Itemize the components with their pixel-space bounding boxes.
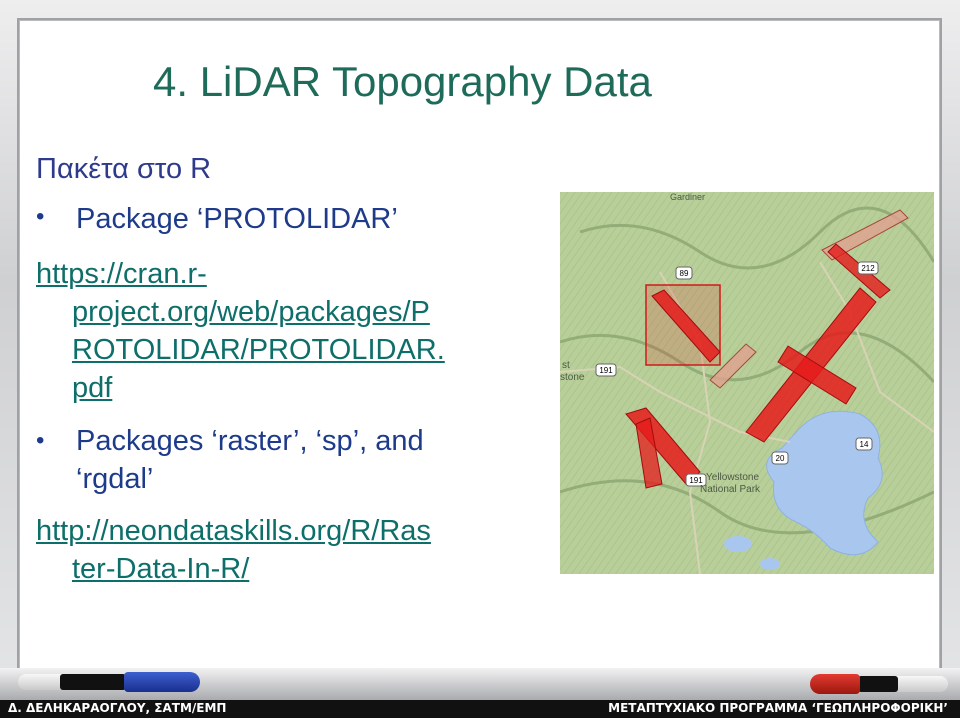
route-shield-icon: 14 (855, 437, 873, 451)
link-line: project.org/web/packages/P (72, 296, 430, 328)
svg-text:191: 191 (599, 366, 613, 375)
bullet-item: • Packages ‘raster’, ‘sp’, and ‘rgdal’ (36, 422, 424, 498)
route-shield-icon: 89 (675, 266, 693, 280)
bullet-text: Package ‘PROTOLIDAR’ (76, 203, 398, 235)
map-label-park: Yellowstone (706, 472, 759, 483)
link-line: http://neondataskills.org/R/Ras (36, 515, 431, 547)
red-marker-grip-icon (858, 676, 898, 692)
svg-text:14: 14 (860, 440, 869, 449)
slide-title: 4. LiDAR Topography Data (153, 58, 652, 105)
section-heading: Πακέτα στο R (36, 153, 212, 185)
link-line: ROTOLIDAR/PROTOLIDAR. (72, 334, 445, 366)
svg-text:20: 20 (776, 454, 785, 463)
map-label-park-2: National Park (700, 484, 761, 495)
map-label-town: Gardiner (670, 192, 705, 202)
map-label-partial: st (562, 360, 570, 371)
link-line: https://cran.r- (36, 258, 207, 290)
link-line: ter-Data-In-R/ (72, 553, 250, 585)
lidar-coverage-map: 89 191 191 20 14 212 Yellowstone Nationa… (560, 192, 934, 574)
bullet-text: Packages ‘raster’, ‘sp’, and (76, 425, 424, 457)
link-neon[interactable]: http://neondataskills.org/R/Ras ter-Data… (36, 512, 431, 588)
route-shield-icon: 20 (771, 451, 789, 465)
route-shield-icon: 191 (595, 363, 617, 377)
bullet-dot-icon: • (36, 427, 45, 454)
bullet-dot-icon: • (36, 203, 45, 230)
svg-text:89: 89 (680, 269, 689, 278)
footer-author: Δ. ΔΕΛΗΚΑΡΑΟΓΛΟΥ, ΣΑΤΜ/ΕΜΠ (8, 701, 227, 715)
blue-marker-cap-icon (124, 672, 200, 692)
link-line: pdf (72, 372, 113, 404)
marker-grip-icon (60, 674, 126, 690)
map-label-partial-2: stone (560, 372, 585, 383)
footer-program: ΜΕΤΑΠΤΥΧΙΑΚΟ ΠΡΟΓΡΑΜΜΑ ‘ΓΕΩΠΛΗΡΟΦΟΡΙΚΗ’ (608, 701, 948, 715)
svg-text:212: 212 (861, 264, 875, 273)
link-protolidar[interactable]: https://cran.r- project.org/web/packages… (36, 255, 445, 407)
slide-footer: Δ. ΔΕΛΗΚΑΡΑΟΓΛΟΥ, ΣΑΤΜ/ΕΜΠ ΜΕΤΑΠΤΥΧΙΑΚΟ … (0, 700, 960, 718)
red-marker-cap-icon (810, 674, 860, 694)
route-shield-icon: 212 (857, 261, 879, 275)
bullet-text-continued: ‘rgdal’ (76, 463, 154, 495)
